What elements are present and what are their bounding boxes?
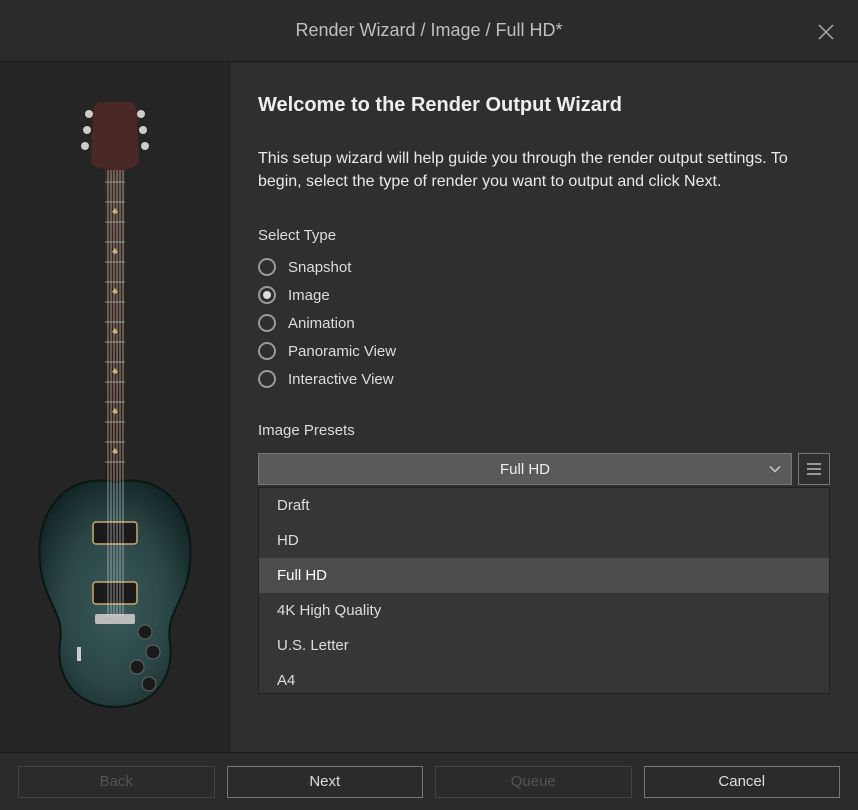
radio-icon: [258, 370, 276, 388]
render-type-group: Snapshot Image Animation Panoramic View Inte…: [258, 258, 830, 388]
radio-icon: [258, 258, 276, 276]
footer: Back Next Queue Cancel: [0, 752, 858, 810]
cancel-button[interactable]: Cancel: [644, 766, 841, 798]
back-button-label: Back: [100, 773, 133, 790]
window-title: Render Wizard / Image / Full HD*: [295, 20, 562, 41]
render-type-option[interactable]: Image: [258, 286, 830, 304]
cancel-button-label: Cancel: [718, 773, 765, 790]
close-button[interactable]: [812, 18, 840, 46]
preset-select-value: Full HD: [500, 461, 550, 478]
render-type-option[interactable]: Snapshot: [258, 258, 830, 276]
render-type-label: Interactive View: [288, 371, 394, 388]
render-type-option[interactable]: Panoramic View: [258, 342, 830, 360]
list-icon: [806, 462, 822, 476]
chevron-down-icon: [769, 461, 781, 478]
preset-option[interactable]: A4: [259, 663, 829, 693]
select-type-label: Select Type: [258, 227, 830, 244]
titlebar: Render Wizard / Image / Full HD*: [0, 0, 858, 62]
next-button-label: Next: [309, 773, 340, 790]
queue-button-label: Queue: [511, 773, 556, 790]
next-button[interactable]: Next: [227, 766, 424, 798]
render-type-label: Snapshot: [288, 259, 351, 276]
body: Welcome to the Render Output Wizard This…: [0, 62, 858, 752]
page-heading: Welcome to the Render Output Wizard: [258, 94, 830, 117]
preset-dropdown: DraftHDFull HD4K High QualityU.S. Letter…: [258, 487, 830, 694]
preset-list-button[interactable]: [798, 453, 830, 485]
preset-row: Full HD: [258, 453, 830, 485]
preset-option[interactable]: HD: [259, 523, 829, 558]
radio-icon: [258, 314, 276, 332]
render-type-option[interactable]: Animation: [258, 314, 830, 332]
render-wizard-window: Render Wizard / Image / Full HD*: [0, 0, 858, 810]
preset-select[interactable]: Full HD: [258, 453, 792, 485]
queue-button: Queue: [435, 766, 632, 798]
preset-option[interactable]: 4K High Quality: [259, 593, 829, 628]
intro-text: This setup wizard will help guide you th…: [258, 147, 818, 193]
render-type-label: Animation: [288, 315, 355, 332]
sidebar-preview: [0, 62, 230, 752]
render-type-label: Image: [288, 287, 330, 304]
radio-icon: [258, 286, 276, 304]
close-icon: [816, 22, 836, 42]
preset-option[interactable]: U.S. Letter: [259, 628, 829, 663]
back-button: Back: [18, 766, 215, 798]
main-panel: Welcome to the Render Output Wizard This…: [230, 62, 858, 752]
render-type-label: Panoramic View: [288, 343, 396, 360]
image-presets-label: Image Presets: [258, 422, 830, 439]
guitar-preview-image: [25, 92, 205, 712]
preset-option[interactable]: Draft: [259, 488, 829, 523]
render-type-option[interactable]: Interactive View: [258, 370, 830, 388]
radio-icon: [258, 342, 276, 360]
preset-option[interactable]: Full HD: [259, 558, 829, 593]
